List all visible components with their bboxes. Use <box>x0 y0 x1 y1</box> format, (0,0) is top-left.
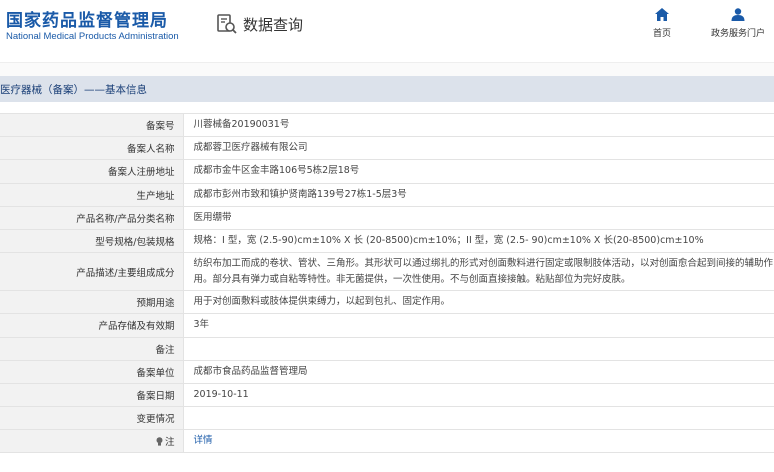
nav-home-label: 首页 <box>652 29 671 39</box>
row-value: 医用绷带 <box>183 205 774 230</box>
table-row: 注 详情 <box>0 429 774 454</box>
search-document-icon <box>217 14 237 34</box>
table-row: 预期用途 用于对创面敷料或肢体提供束缚力，以起到包扎、固定作用。 <box>0 290 774 315</box>
row-value <box>183 336 774 361</box>
table-row: 备案人注册地址 成都市金牛区金丰路106号5栋2层18号 <box>0 159 774 184</box>
section-header: 医疗器械（备案）——基本信息 <box>0 76 774 102</box>
nav-portal-label: 政务服务门户 <box>710 29 765 39</box>
row-value: 川蓉械备20190031号 <box>183 112 774 138</box>
row-label: 备案人名称 <box>0 136 184 161</box>
table-row: 备注 <box>0 336 774 361</box>
row-value: 详情 <box>183 429 774 454</box>
data-query-title: 数据查询 <box>243 15 304 34</box>
table-row: 变更情况 <box>0 406 774 431</box>
table-row: 型号规格/包装规格 规格：I 型，宽 (2.5-90)cm±10% X 长 (2… <box>0 228 774 254</box>
row-label: 生产地址 <box>0 182 184 207</box>
row-value: 3年 <box>183 313 774 338</box>
home-icon <box>655 8 669 21</box>
table-row: 备案号 川蓉械备20190031号 <box>0 112 774 138</box>
row-label: 备注 <box>0 336 184 361</box>
device-info-table: 备案号 川蓉械备20190031号 备案人名称 成都蓉卫医疗器械有限公司 备案人… <box>0 112 774 454</box>
lightbulb-icon <box>156 437 163 446</box>
row-label: 备案号 <box>0 112 184 138</box>
row-label: 备案单位 <box>0 359 184 384</box>
row-value: 规格：I 型，宽 (2.5-90)cm±10% X 长 (20-8500)cm±… <box>183 228 774 254</box>
nav-home[interactable]: 首页 <box>632 8 692 39</box>
header-divider <box>0 62 774 76</box>
row-value: 用于对创面敷料或肢体提供束缚力，以起到包扎、固定作用。 <box>183 290 774 315</box>
row-label: 备案人注册地址 <box>0 159 184 184</box>
row-label: 注 <box>164 437 175 449</box>
data-query-heading: 数据查询 <box>216 12 303 36</box>
row-value: 纺织布加工而成的卷状、管状、三角形。其形状可以通过绑扎的形式对创面敷料进行固定或… <box>183 252 774 292</box>
row-label: 产品名称/产品分类名称 <box>0 205 184 230</box>
table-row: 产品描述/主要组成成分 纺织布加工而成的卷状、管状、三角形。其形状可以通过绑扎的… <box>0 252 774 292</box>
note-label-cell: 注 <box>0 429 184 454</box>
details-link[interactable]: 详情 <box>194 435 213 446</box>
table-row: 备案单位 成都市食品药品监督管理局 <box>0 359 774 384</box>
row-value: 成都市食品药品监督管理局 <box>183 359 774 384</box>
table-row: 备案人名称 成都蓉卫医疗器械有限公司 <box>0 136 774 161</box>
nav-service-portal[interactable]: 政务服务门户 <box>703 8 773 39</box>
table-row: 产品存储及有效期 3年 <box>0 313 774 338</box>
site-header: 国家药品监督管理局 National Medical Products Admi… <box>0 0 774 62</box>
row-label: 产品存储及有效期 <box>0 313 184 338</box>
user-icon <box>731 8 745 21</box>
row-value: 2019-10-11 <box>183 382 774 408</box>
row-label: 备案日期 <box>0 382 184 408</box>
table-row: 备案日期 2019-10-11 <box>0 382 774 408</box>
row-value: 成都市彭州市致和镇护贤南路139号27栋1-5层3号 <box>183 182 774 207</box>
row-value: 成都市金牛区金丰路106号5栋2层18号 <box>183 159 774 184</box>
row-value: 成都蓉卫医疗器械有限公司 <box>183 136 774 161</box>
row-value <box>183 406 774 431</box>
section-title: 医疗器械（备案）——基本信息 <box>0 83 147 96</box>
row-label: 型号规格/包装规格 <box>0 228 184 254</box>
row-label: 变更情况 <box>0 406 184 431</box>
table-row: 生产地址 成都市彭州市致和镇护贤南路139号27栋1-5层3号 <box>0 182 774 207</box>
table-row: 产品名称/产品分类名称 医用绷带 <box>0 205 774 230</box>
brand-title-cn[interactable]: 国家药品监督管理局 <box>6 6 168 31</box>
brand-title-en[interactable]: National Medical Products Administration <box>6 31 179 42</box>
row-label: 预期用途 <box>0 290 184 315</box>
row-label: 产品描述/主要组成成分 <box>0 252 184 292</box>
